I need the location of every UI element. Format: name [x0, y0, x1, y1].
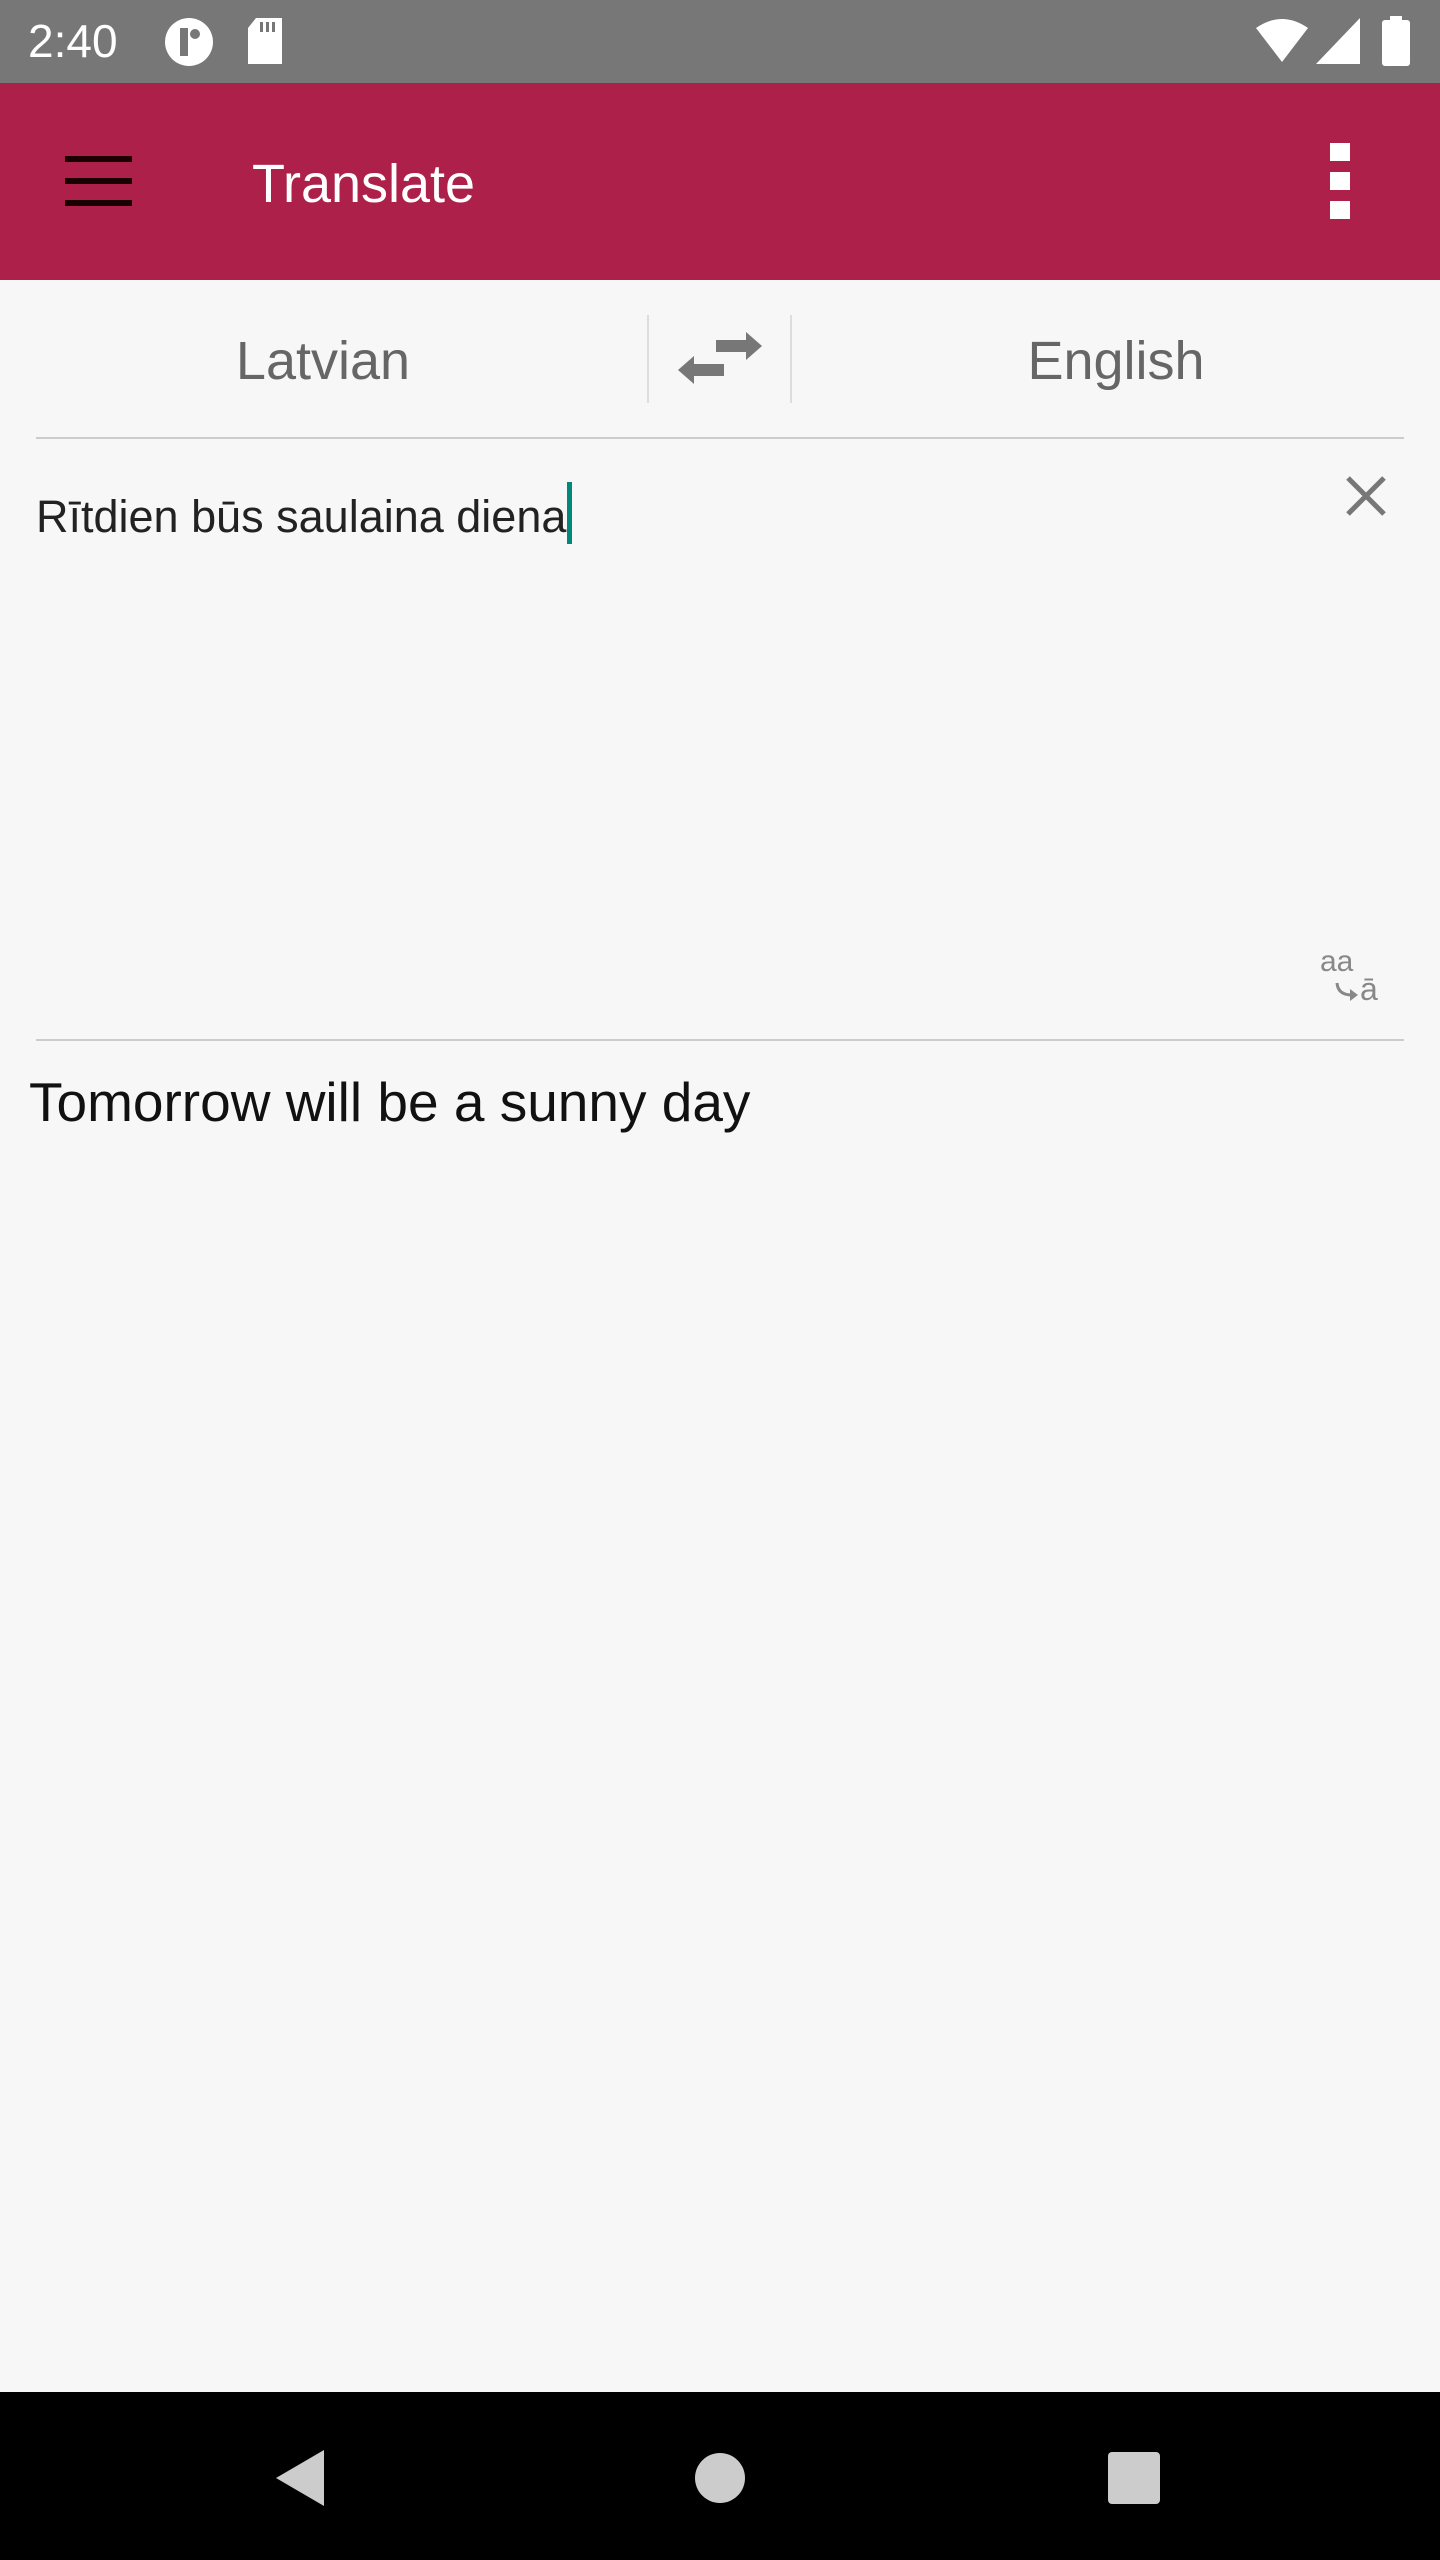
target-language-button[interactable]: English [1027, 330, 1204, 392]
divider [790, 315, 792, 403]
page-title: Translate [252, 154, 476, 214]
transliteration-button[interactable]: aa ā [1318, 945, 1388, 1015]
divider [647, 315, 649, 403]
text-cursor [567, 482, 573, 544]
home-icon[interactable] [694, 2452, 746, 2504]
source-language-button[interactable]: Latvian [236, 330, 410, 392]
language-selector: Latvian English [0, 280, 1440, 438]
source-text-input[interactable]: Rītdien būs saulaina diena [36, 482, 573, 544]
swap-languages-icon[interactable] [672, 332, 768, 392]
battery-icon [1382, 16, 1410, 66]
clear-icon[interactable] [1340, 470, 1392, 522]
status-bar: 2:40 [0, 0, 1440, 83]
translit-icon-top: aa [1320, 945, 1354, 978]
menu-icon[interactable] [65, 156, 132, 206]
arrow-icon [1335, 982, 1358, 1001]
back-icon[interactable] [272, 2448, 328, 2508]
divider [36, 437, 1404, 439]
recents-icon[interactable] [1108, 2452, 1160, 2504]
signal-icon [1316, 18, 1360, 64]
translit-icon-bottom: ā [1360, 971, 1378, 1007]
notification-icon [165, 18, 213, 66]
translation-output: Tomorrow will be a sunny day [29, 1071, 751, 1133]
navigation-bar [0, 2392, 1440, 2560]
divider [36, 1039, 1404, 1041]
more-options-icon[interactable] [1330, 143, 1356, 223]
wifi-icon [1256, 19, 1308, 62]
source-text: Rītdien būs saulaina diena [36, 491, 567, 542]
sd-card-icon [248, 18, 282, 64]
status-time: 2:40 [28, 15, 118, 67]
app-bar: Translate [0, 83, 1440, 280]
